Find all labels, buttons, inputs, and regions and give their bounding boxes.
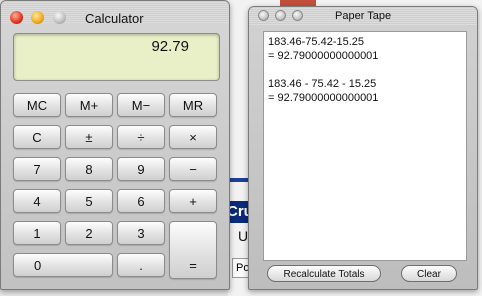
add-button[interactable]: + (169, 189, 217, 213)
calculator-titlebar[interactable]: Calculator (1, 1, 229, 26)
digit-9-button[interactable]: 9 (117, 157, 165, 181)
equals-button[interactable]: = (169, 221, 217, 279)
close-button[interactable] (10, 11, 23, 24)
window-title: Calculator (85, 11, 144, 26)
zoom-button[interactable] (53, 11, 66, 24)
tape-zoom-button[interactable] (292, 10, 303, 21)
digit-0-button[interactable]: 0 (13, 253, 113, 277)
clear-tape-button[interactable]: Clear (401, 265, 457, 282)
plus-minus-button[interactable]: ± (65, 125, 113, 149)
paper-tape-titlebar[interactable]: Paper Tape (249, 7, 477, 25)
paper-tape-window: Paper Tape 183.46-75.42-15.25 = 92.79000… (248, 6, 478, 290)
clear-button[interactable]: C (13, 125, 61, 149)
digit-8-button[interactable]: 8 (65, 157, 113, 181)
calculator-display: 92.79 (13, 33, 220, 81)
digit-1-button[interactable]: 1 (13, 221, 61, 245)
memory-subtract-button[interactable]: M− (117, 93, 165, 117)
decimal-button[interactable]: . (117, 253, 165, 277)
digit-6-button[interactable]: 6 (117, 189, 165, 213)
subtract-button[interactable]: − (169, 157, 217, 181)
background-text: U (238, 228, 249, 244)
tape-text-area[interactable]: 183.46-75.42-15.25 = 92.79000000000001 1… (263, 31, 467, 261)
multiply-button[interactable]: × (169, 125, 217, 149)
tape-line: = 92.79000000000001 (268, 92, 379, 104)
digit-2-button[interactable]: 2 (65, 221, 113, 245)
digit-7-button[interactable]: 7 (13, 157, 61, 181)
tape-line: = 92.79000000000001 (268, 50, 379, 62)
tape-line: 183.46 - 75.42 - 15.25 (268, 78, 377, 90)
divide-button[interactable]: ÷ (117, 125, 165, 149)
minimize-button[interactable] (31, 11, 44, 24)
recalculate-totals-button[interactable]: Recalculate Totals (267, 265, 381, 282)
tape-line: 183.46-75.42-15.25 (268, 36, 365, 48)
tape-window-title: Paper Tape (335, 10, 392, 22)
display-value: 92.79 (151, 38, 189, 55)
calculator-window: Calculator 92.79 MC M+ M− MR C ± ÷ × 7 8… (0, 0, 230, 290)
memory-add-button[interactable]: M+ (65, 93, 113, 117)
digit-4-button[interactable]: 4 (13, 189, 61, 213)
tape-minimize-button[interactable] (275, 10, 286, 21)
digit-3-button[interactable]: 3 (117, 221, 165, 245)
tape-close-button[interactable] (258, 10, 269, 21)
digit-5-button[interactable]: 5 (65, 189, 113, 213)
memory-clear-button[interactable]: MC (13, 93, 61, 117)
memory-recall-button[interactable]: MR (169, 93, 217, 117)
